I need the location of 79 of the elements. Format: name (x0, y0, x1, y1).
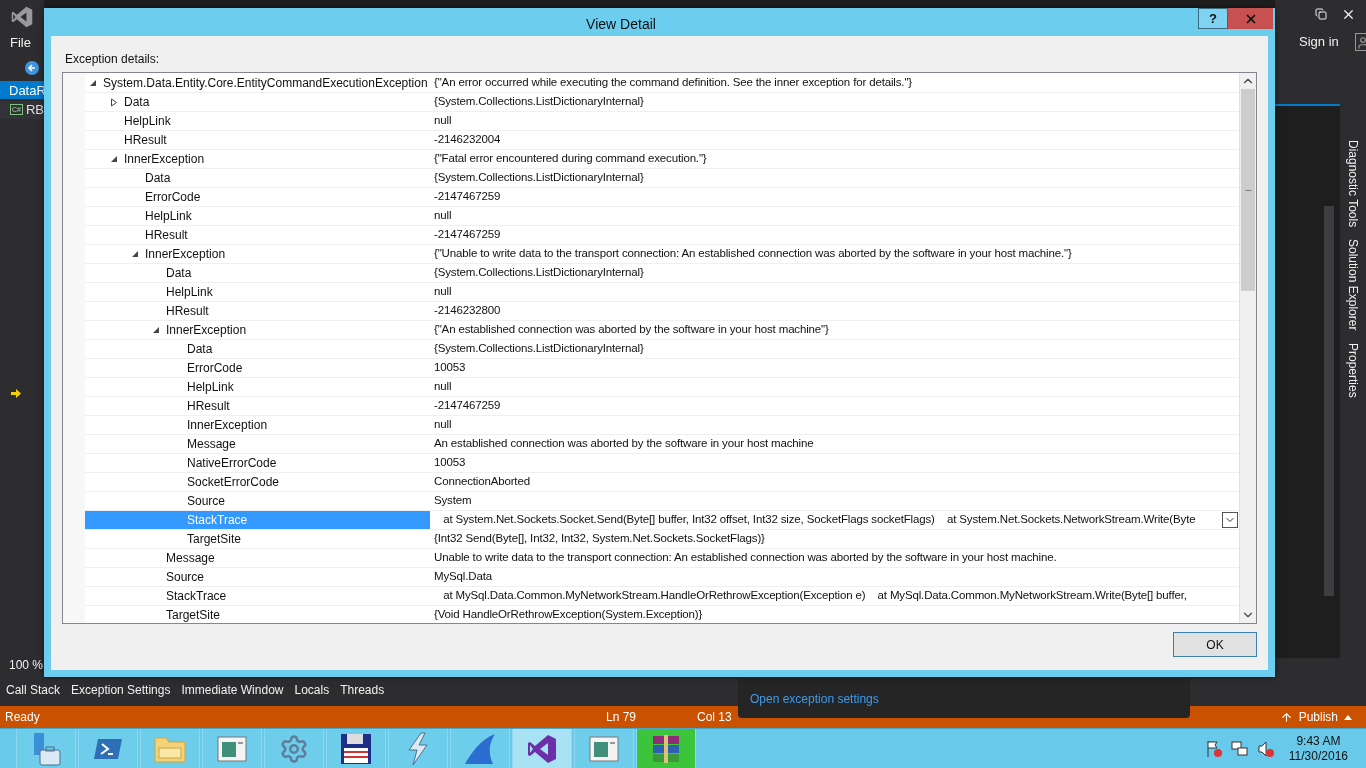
property-value: -2147467259 (434, 189, 502, 205)
exception-settings-link[interactable]: Open exception settings (750, 690, 879, 708)
property-name[interactable]: StackTrace (85, 587, 430, 605)
side-tab[interactable]: Solution Explorer (1344, 239, 1362, 331)
property-value: {System.Collections.ListDictionaryInternal} (434, 265, 645, 281)
property-name[interactable]: System.Data.Entity.Core.EntityCommandExecutionException (85, 74, 430, 92)
property-value: null (434, 417, 453, 433)
property-value: Unable to write data to the transport connection: An established connection was aborted by the software in your host machine. (434, 550, 1058, 566)
property-name[interactable]: Data (85, 169, 430, 187)
tool-window-tab[interactable]: Locals (294, 681, 330, 699)
property-value: An established connection was aborted by the software in your host machine (434, 436, 815, 452)
property-value: {"Fatal error encountered during command execution."} (434, 151, 708, 167)
property-name[interactable]: TargetSite (85, 530, 430, 548)
tool-window-tab[interactable]: Exception Settings (71, 681, 171, 699)
help-button[interactable]: ? (1198, 8, 1228, 29)
property-name[interactable]: HelpLink (85, 207, 430, 225)
side-tab[interactable]: Diagnostic Tools (1344, 140, 1362, 228)
tool-window-tab[interactable]: Immediate Window (181, 681, 284, 699)
property-name[interactable]: Data (85, 340, 430, 358)
property-name[interactable]: HResult (85, 397, 430, 415)
property-name[interactable]: Data (85, 93, 430, 111)
property-value: {System.Collections.ListDictionaryInternal} (434, 170, 645, 186)
side-tab[interactable]: Properties (1344, 342, 1362, 398)
property-value: {"Unable to write data to the transport connection: An established connection was aborted by the software in your host machine."} (434, 246, 1073, 262)
property-value: null (434, 284, 453, 300)
property-name[interactable]: Message (85, 435, 430, 453)
property-name[interactable]: HResult (85, 302, 430, 320)
property-value: null (434, 113, 453, 129)
property-name[interactable]: HResult (85, 226, 430, 244)
tool-window-tab[interactable]: Call Stack (6, 681, 61, 699)
property-name[interactable]: InnerException (85, 416, 430, 434)
property-name[interactable]: ErrorCode (85, 188, 430, 206)
tool-window-tab[interactable]: Threads (340, 681, 385, 699)
zoom-level[interactable]: 100 % (9, 656, 44, 674)
property-value: 10053 (434, 455, 467, 471)
property-name[interactable]: InnerException (85, 245, 430, 263)
property-value: -2147467259 (434, 227, 502, 243)
property-name[interactable]: HelpLink (85, 112, 430, 130)
property-value: at System.Net.Sockets.Socket.Send(Byte[] buffer, Int32 offset, Int32 size, SocketFlags socketFlags) at System.Net.Sockets.NetworkStream.Write(Byte (442, 512, 1197, 528)
property-value: {Int32 Send(Byte[], Int32, Int32, System.Net.Sockets.SocketFlags)} (434, 531, 766, 547)
property-name[interactable]: InnerException (85, 321, 430, 339)
property-value: null (434, 379, 453, 395)
property-value: -2146232004 (434, 132, 502, 148)
property-name[interactable]: Data (85, 264, 430, 282)
property-value: -2146232800 (434, 303, 502, 319)
property-value: at MySql.Data.Common.MyNetworkStream.HandleOrRethrowException(Exception e) at MySql.Data.Common.MyNetworkStream.Write(Byte[] buffer, (442, 588, 1188, 604)
property-name[interactable]: Message (85, 549, 430, 567)
property-value: {System.Collections.ListDictionaryInternal} (434, 94, 645, 110)
sign-in-link[interactable]: Sign in (1299, 32, 1339, 52)
section-label: Exception details: (65, 51, 160, 68)
property-value: 10053 (434, 360, 467, 376)
property-value: null (434, 208, 453, 224)
line-number: Ln 79 (606, 709, 638, 726)
property-name[interactable]: NativeErrorCode (85, 454, 430, 472)
file-menu[interactable]: File (10, 33, 31, 53)
property-value: {"An established connection was aborted by the software in your host machine"} (434, 322, 830, 338)
property-name[interactable]: SocketErrorCode (85, 473, 430, 491)
property-name[interactable]: Source (85, 568, 430, 586)
dialog-title: View Detail (586, 15, 656, 34)
property-value: {System.Collections.ListDictionaryInternal} (434, 341, 645, 357)
property-value: MySql.Data (434, 569, 493, 585)
property-name[interactable]: Source (85, 492, 430, 510)
property-name[interactable]: HelpLink (85, 283, 430, 301)
status-text: Ready (5, 709, 41, 726)
clock-time[interactable]: 9:43 AM (1296, 733, 1341, 749)
property-value: {Void HandleOrRethrowException(System.Exception)} (434, 607, 704, 623)
property-name[interactable]: HelpLink (85, 378, 430, 396)
ok-button[interactable]: OK (1173, 632, 1257, 657)
property-name[interactable]: HResult (85, 131, 430, 149)
clock-date[interactable]: 11/30/2016 (1288, 748, 1348, 764)
column-number: Col 13 (697, 709, 732, 726)
property-value: {"An error occurred while executing the command definition. See the inner exception for details."} (434, 75, 914, 91)
publish-button[interactable]: Publish (1279, 708, 1352, 726)
property-value: -2147467259 (434, 398, 502, 414)
property-value: ConnectionAborted (434, 474, 531, 490)
property-name[interactable]: InnerException (85, 150, 430, 168)
property-name[interactable]: ErrorCode (85, 359, 430, 377)
property-value: System (434, 493, 473, 509)
property-name[interactable]: TargetSite (85, 606, 430, 623)
